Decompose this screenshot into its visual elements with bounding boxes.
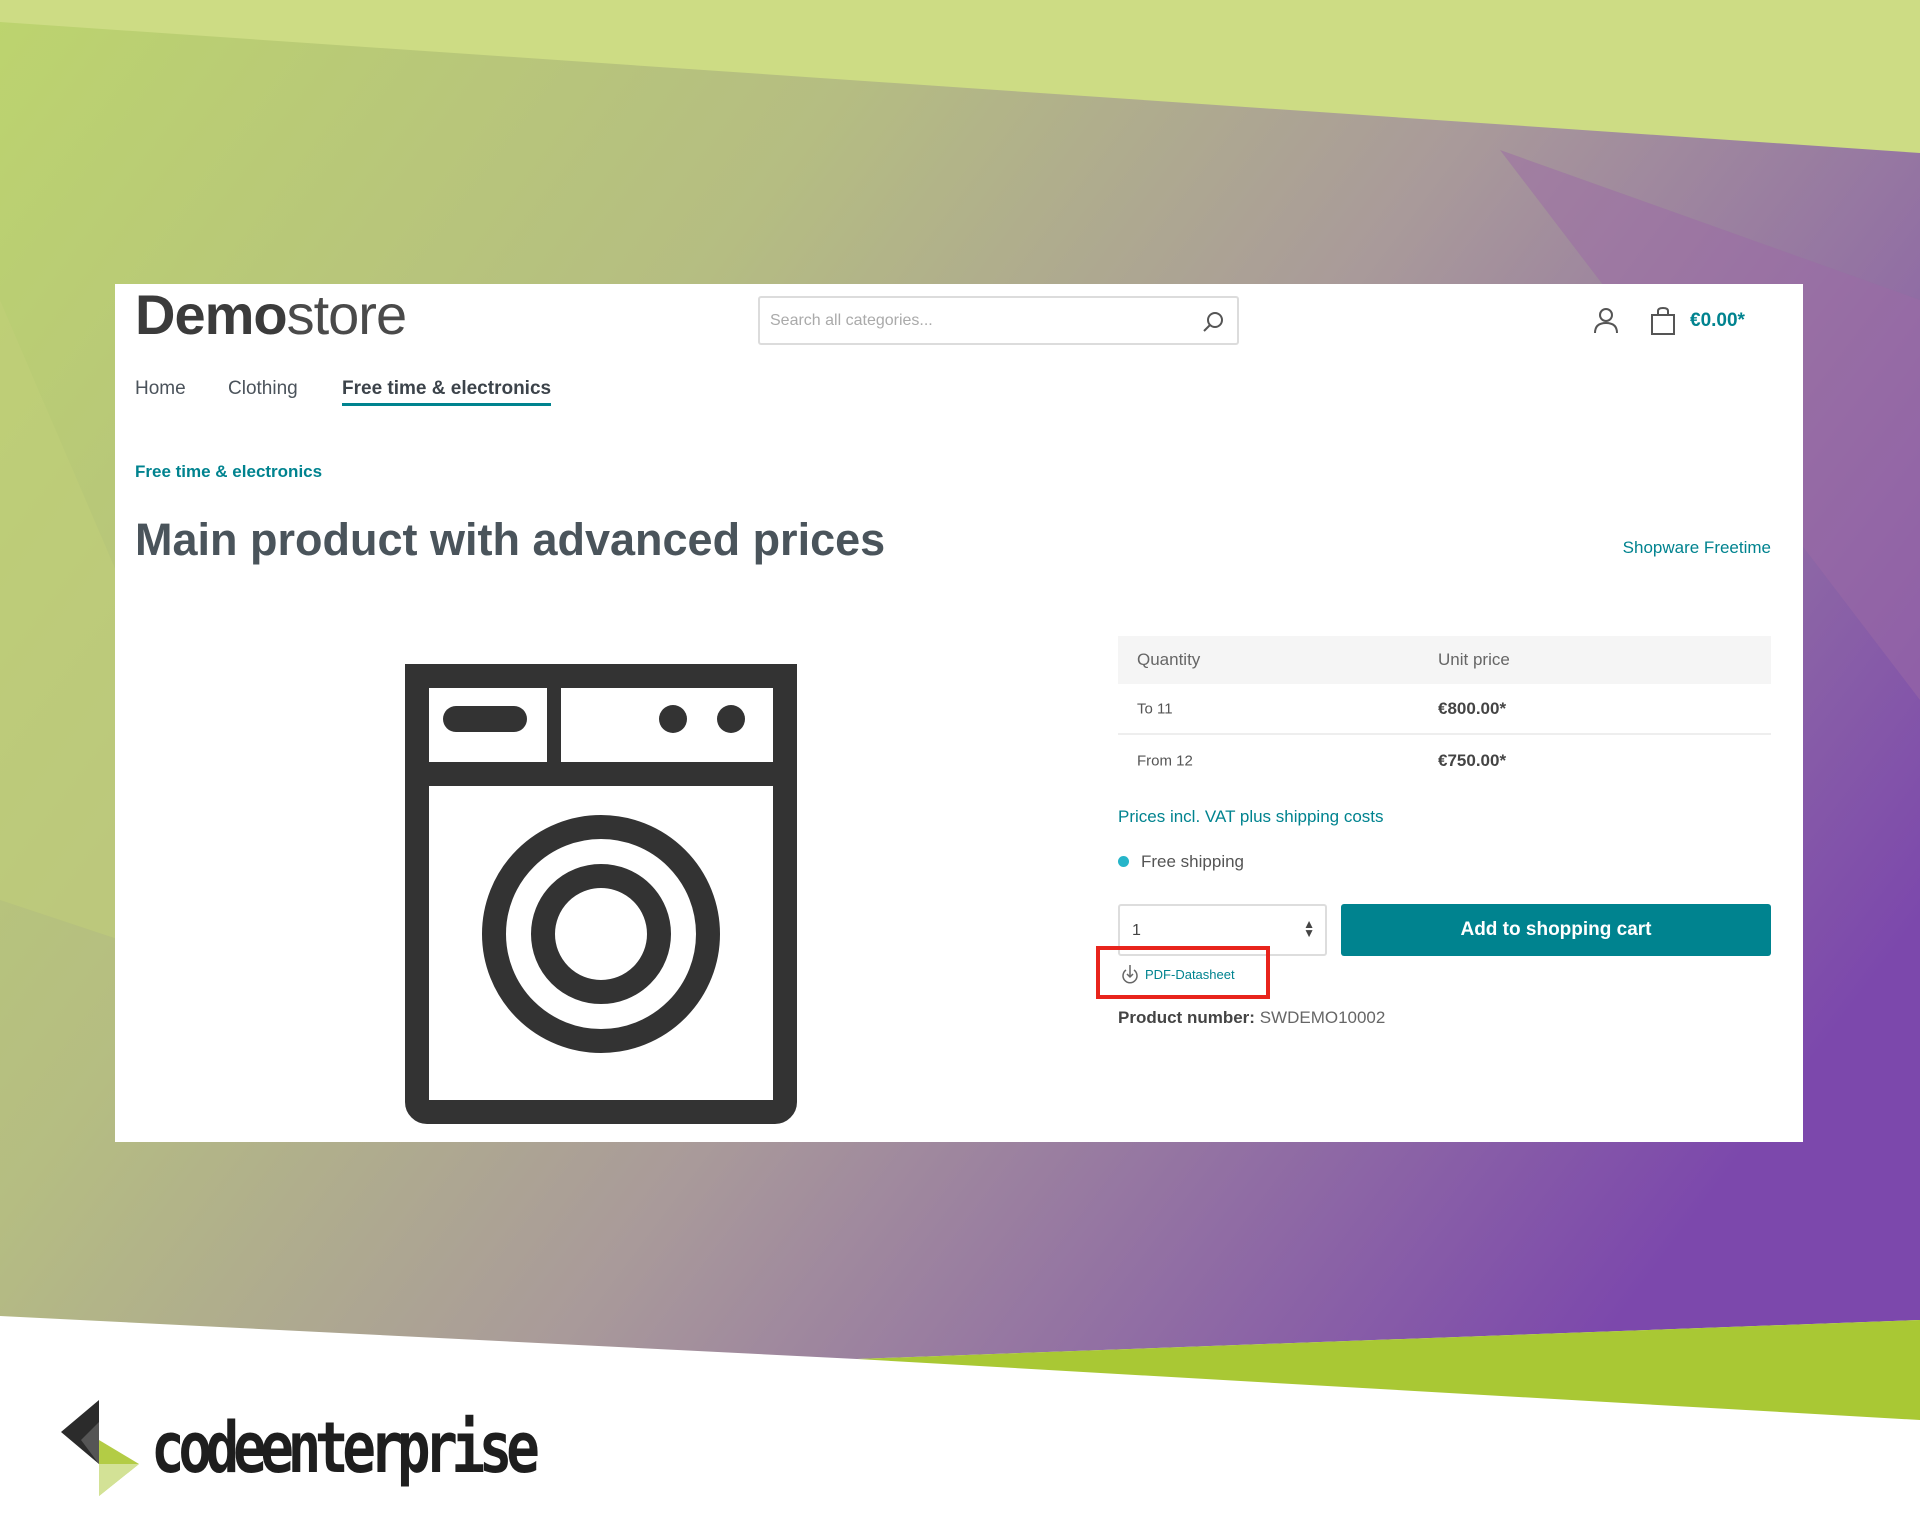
price-table-header: Quantity Unit price: [1118, 636, 1771, 684]
product-number: Product number: SWDEMO10002: [1118, 1008, 1386, 1027]
cart-total[interactable]: €0.00*: [1690, 310, 1745, 332]
nav-free-time-electronics[interactable]: Free time & electronics: [342, 378, 552, 406]
store-logo[interactable]: Demostore: [135, 282, 407, 347]
price-table: Quantity Unit price To 11 €800.00* From 12…: [1118, 636, 1771, 786]
breadcrumb[interactable]: Free time & electronics: [135, 462, 322, 482]
search-placeholder: Search all categories...: [770, 312, 933, 329]
codeenterprise-mark-icon: [61, 1400, 139, 1496]
manufacturer-link[interactable]: Shopware Freetime: [1623, 538, 1771, 558]
table-row: To 11 €800.00*: [1118, 684, 1771, 735]
store-screenshot: Demostore Search all categories... €0.00…: [115, 282, 1803, 1142]
status-dot-icon: [1118, 856, 1129, 867]
search-input[interactable]: Search all categories...: [758, 296, 1239, 345]
account-icon[interactable]: [1593, 306, 1619, 334]
nav-home[interactable]: Home: [135, 378, 186, 400]
table-row: From 12 €750.00*: [1137, 750, 1507, 770]
vat-shipping-link[interactable]: Prices incl. VAT plus shipping costs: [1118, 807, 1384, 827]
delivery-info: Free shipping: [1118, 852, 1244, 872]
cart-icon[interactable]: [1649, 306, 1677, 336]
nav-clothing[interactable]: Clothing: [228, 378, 298, 400]
product-title: Main product with advanced prices: [135, 514, 886, 565]
add-to-cart-button[interactable]: Add to shopping cart: [1341, 904, 1771, 956]
download-icon: [1122, 965, 1138, 984]
codeenterprise-logo: codeenterprise: [61, 1400, 629, 1496]
pdf-datasheet-link[interactable]: PDF-Datasheet: [1121, 964, 1235, 984]
search-icon[interactable]: [1201, 310, 1225, 334]
washing-machine-icon[interactable]: [405, 664, 797, 1124]
select-arrows-icon: ▲ ▼: [1303, 917, 1315, 940]
